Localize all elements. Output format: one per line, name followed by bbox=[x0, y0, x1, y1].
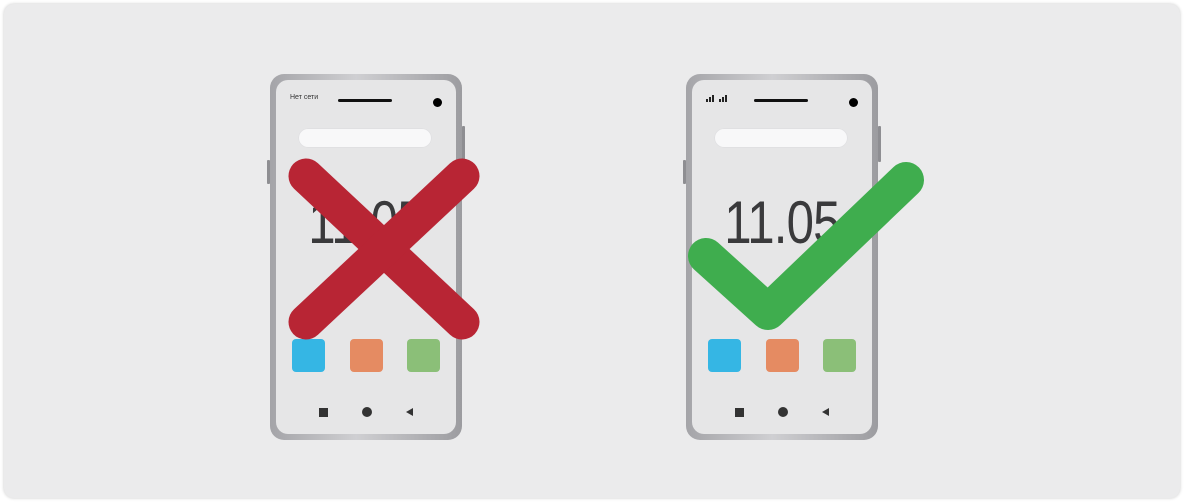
signal-bars-icon bbox=[706, 94, 727, 102]
speaker bbox=[754, 99, 808, 102]
side-button bbox=[878, 126, 881, 162]
cross-icon bbox=[288, 158, 480, 340]
home-icon bbox=[778, 407, 788, 417]
camera bbox=[849, 98, 858, 107]
side-button bbox=[267, 160, 270, 184]
checkmark-icon bbox=[688, 162, 924, 330]
back-icon bbox=[406, 408, 413, 416]
recents-icon bbox=[735, 407, 744, 417]
nav-bar bbox=[692, 407, 872, 417]
status-no-network: Нет сети bbox=[290, 94, 319, 101]
search-bar bbox=[298, 128, 432, 148]
nav-bar bbox=[276, 407, 456, 417]
home-icon bbox=[362, 407, 372, 417]
back-icon bbox=[822, 408, 829, 416]
recents-icon bbox=[319, 407, 328, 417]
camera bbox=[433, 98, 442, 107]
search-bar bbox=[714, 128, 848, 148]
speaker bbox=[338, 99, 392, 102]
illustration-card: Нет сети 11:05 bbox=[4, 4, 1180, 498]
